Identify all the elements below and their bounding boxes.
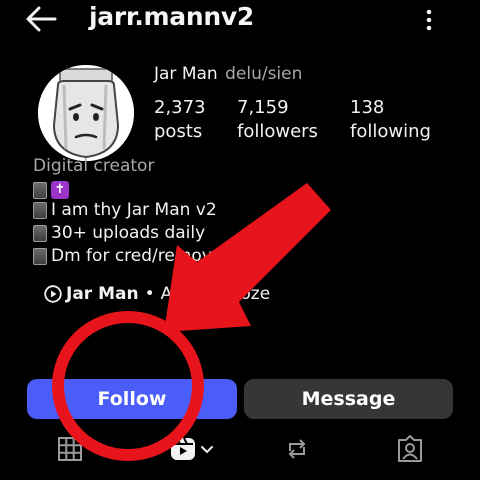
profile-full-name: Jar Man delu/sien	[154, 64, 302, 84]
reels-icon[interactable]	[168, 434, 218, 464]
stat-followers[interactable]: 7,159 followers	[237, 96, 318, 144]
top-bar: jarr.mannv2	[0, 0, 480, 40]
stat-followers-count: 7,159	[237, 97, 289, 118]
play-circle-icon	[44, 285, 62, 303]
stat-followers-label: followers	[237, 121, 318, 142]
black-square-emoji-icon	[33, 181, 47, 199]
profile-username: jarr.mannv2	[89, 2, 254, 31]
bio-text: 30+ uploads daily	[51, 223, 206, 243]
jar-man-avatar-image	[38, 65, 134, 161]
audio-track: Around Ooze	[160, 284, 271, 304]
pronouns: delu/sien	[225, 64, 303, 84]
bio-line: ✝	[33, 181, 227, 199]
audio-separator: •	[144, 284, 155, 304]
stat-posts[interactable]: 2,373 posts	[154, 96, 206, 144]
reposts-icon[interactable]	[282, 434, 312, 464]
message-button[interactable]: Message	[244, 379, 453, 419]
bio-line: I am thy Jar Man v2	[33, 199, 227, 222]
stat-following[interactable]: 138 following	[350, 96, 431, 144]
profile-bio: ✝ I am thy Jar Man v2 30+ uploads daily …	[33, 181, 227, 268]
more-options-icon[interactable]	[421, 8, 437, 32]
profile-screen: jarr.mannv2 Jar Man delu/sien 2,373 post…	[0, 0, 480, 480]
avatar[interactable]	[38, 65, 134, 161]
profile-category: Digital creator	[33, 156, 155, 176]
bio-text: I am thy Jar Man v2	[51, 200, 217, 220]
stat-following-count: 138	[350, 97, 385, 118]
bio-text: Dm for cred/removal	[51, 246, 228, 266]
stat-posts-label: posts	[154, 121, 203, 142]
black-square-emoji-icon	[33, 225, 47, 242]
latin-cross-emoji-icon: ✝	[51, 181, 69, 199]
stat-posts-count: 2,373	[154, 97, 206, 118]
bio-line: Dm for cred/removal	[33, 245, 227, 268]
back-arrow-icon[interactable]	[25, 5, 57, 33]
profile-audio-link[interactable]: Jar Man • Around Ooze	[44, 284, 270, 304]
stat-following-label: following	[350, 121, 431, 142]
grid-icon[interactable]	[55, 434, 85, 464]
black-square-emoji-icon	[33, 248, 47, 265]
black-square-emoji-icon	[33, 202, 47, 219]
audio-artist: Jar Man	[66, 284, 139, 304]
profile-tabs	[0, 430, 480, 470]
follow-button[interactable]: Follow	[27, 379, 237, 419]
tagged-icon[interactable]	[395, 434, 425, 464]
display-name: Jar Man	[154, 64, 218, 84]
bio-line: 30+ uploads daily	[33, 222, 227, 245]
